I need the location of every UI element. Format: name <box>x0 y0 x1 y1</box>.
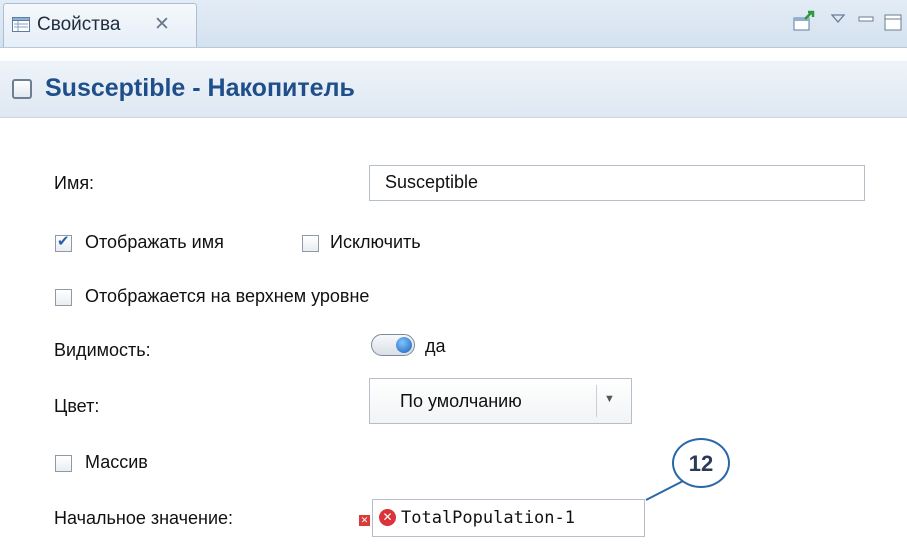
callout-leader-line <box>645 479 686 501</box>
callout-badge: 12 <box>672 438 730 488</box>
callout-number: 12 <box>688 451 714 476</box>
